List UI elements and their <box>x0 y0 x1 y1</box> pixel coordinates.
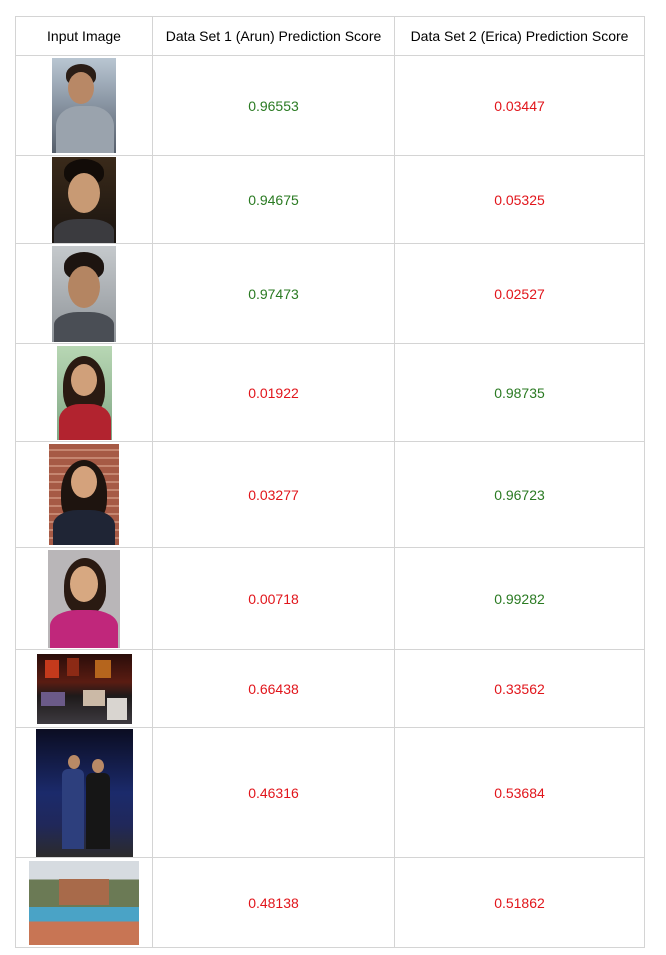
arun-score: 0.97473 <box>152 243 395 344</box>
erica-score: 0.02527 <box>394 243 645 344</box>
table-row: 0.96553 0.03447 <box>15 55 645 156</box>
image-cell <box>15 649 153 728</box>
photo-man-glasses-dark <box>52 156 116 243</box>
erica-score: 0.53684 <box>394 727 645 858</box>
photo-couple-night <box>35 728 133 857</box>
erica-score: 0.99282 <box>394 547 645 650</box>
photo-books-table <box>36 653 132 724</box>
table-row: 0.01922 0.98735 <box>15 343 645 442</box>
photo-woman-brick-building <box>49 444 119 545</box>
image-cell <box>15 155 153 244</box>
erica-score: 0.96723 <box>394 441 645 548</box>
photo-pool-building <box>29 860 139 945</box>
table-row: 0.00718 0.99282 <box>15 547 645 650</box>
header-erica-score: Data Set 2 (Erica) Prediction Score <box>394 16 645 56</box>
image-cell <box>15 727 153 858</box>
erica-score: 0.51862 <box>394 857 645 948</box>
arun-score: 0.46316 <box>152 727 395 858</box>
photo-woman-red-top <box>56 345 112 440</box>
table-row: 0.66438 0.33562 <box>15 649 645 728</box>
image-cell <box>15 55 153 156</box>
header-input-image: Input Image <box>15 16 153 56</box>
image-cell <box>15 857 153 948</box>
arun-score: 0.01922 <box>152 343 395 442</box>
table-row: 0.46316 0.53684 <box>15 727 645 858</box>
photo-woman-pink-top <box>48 549 120 648</box>
photo-man-profile <box>52 58 116 153</box>
image-cell <box>15 343 153 442</box>
image-cell <box>15 243 153 344</box>
image-cell <box>15 547 153 650</box>
table-row: 0.03277 0.96723 <box>15 441 645 548</box>
arun-score: 0.66438 <box>152 649 395 728</box>
image-cell <box>15 441 153 548</box>
arun-score: 0.00718 <box>152 547 395 650</box>
table-row: 0.48138 0.51862 <box>15 857 645 948</box>
photo-man-glasses-beard <box>52 245 116 342</box>
erica-score: 0.05325 <box>394 155 645 244</box>
arun-score: 0.96553 <box>152 55 395 156</box>
arun-score: 0.48138 <box>152 857 395 948</box>
prediction-table: Input Image Data Set 1 (Arun) Prediction… <box>15 16 645 948</box>
header-arun-score: Data Set 1 (Arun) Prediction Score <box>152 16 395 56</box>
erica-score: 0.98735 <box>394 343 645 442</box>
table-row: 0.94675 0.05325 <box>15 155 645 244</box>
table-row: 0.97473 0.02527 <box>15 243 645 344</box>
erica-score: 0.03447 <box>394 55 645 156</box>
header-row: Input Image Data Set 1 (Arun) Prediction… <box>15 16 645 56</box>
arun-score: 0.94675 <box>152 155 395 244</box>
arun-score: 0.03277 <box>152 441 395 548</box>
erica-score: 0.33562 <box>394 649 645 728</box>
